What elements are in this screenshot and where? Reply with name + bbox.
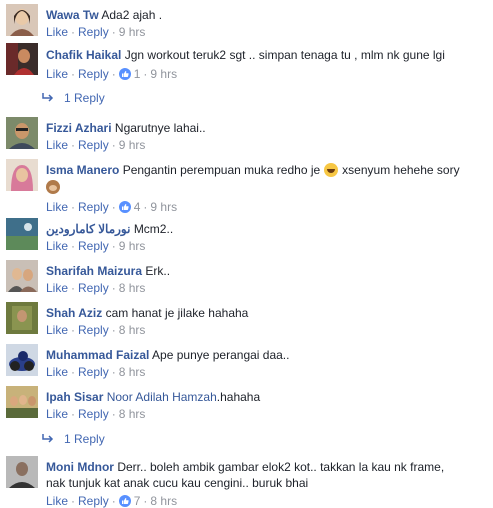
- avatar[interactable]: [6, 4, 38, 36]
- like-button[interactable]: Like: [46, 138, 68, 152]
- reply-button[interactable]: Reply: [78, 200, 109, 214]
- comment-text: cam hanat je jilake hahaha: [105, 306, 249, 320]
- replies-count[interactable]: 1 Reply: [64, 432, 105, 446]
- reply-button[interactable]: Reply: [78, 281, 109, 295]
- commenter-name[interactable]: Wawa Tw: [46, 8, 99, 22]
- avatar[interactable]: [6, 260, 38, 292]
- comment-actions: Like · Reply · 9 hrs: [46, 25, 146, 39]
- comment-text: Ada2 ajah .: [101, 8, 163, 22]
- timestamp[interactable]: 9 hrs: [119, 25, 146, 39]
- like-button[interactable]: Like: [46, 323, 68, 337]
- laughing-emoji-icon: [324, 163, 339, 177]
- reply-button[interactable]: Reply: [78, 25, 109, 39]
- like-button[interactable]: Like: [46, 200, 68, 214]
- reply-button[interactable]: Reply: [78, 239, 109, 253]
- reply-arrow-icon: [42, 432, 54, 446]
- view-replies-link[interactable]: 1 Reply: [42, 91, 105, 105]
- avatar[interactable]: [6, 117, 38, 149]
- timestamp[interactable]: 9 hrs: [119, 239, 146, 253]
- reaction-count[interactable]: 4: [134, 200, 141, 214]
- comment-text: Ape punye perangai daa..: [152, 348, 290, 362]
- reply-button[interactable]: Reply: [78, 365, 109, 379]
- timestamp[interactable]: 8 hrs: [150, 494, 177, 508]
- comment-actions: Like · Reply · 8 hrs: [46, 281, 146, 295]
- timestamp[interactable]: 9 hrs: [150, 200, 177, 214]
- like-reaction-icon[interactable]: [118, 495, 131, 507]
- commenter-name[interactable]: Sharifah Maizura: [46, 264, 142, 278]
- view-replies-link[interactable]: 1 Reply: [42, 432, 105, 446]
- replies-count[interactable]: 1 Reply: [64, 91, 105, 105]
- timestamp[interactable]: 9 hrs: [119, 138, 146, 152]
- commenter-name[interactable]: Muhammad Faizal: [46, 348, 149, 362]
- timestamp[interactable]: 8 hrs: [119, 323, 146, 337]
- avatar[interactable]: [6, 159, 38, 191]
- commenter-name[interactable]: Shah Aziz: [46, 306, 102, 320]
- tagged-user-link[interactable]: Noor Adilah Hamzah: [107, 390, 217, 404]
- comment-text: Mcm2..: [133, 222, 174, 236]
- timestamp[interactable]: 8 hrs: [119, 281, 146, 295]
- commenter-name[interactable]: نورمالا كامارودين: [46, 222, 130, 236]
- commenter-name[interactable]: Ipah Sisar: [46, 390, 103, 404]
- reply-button[interactable]: Reply: [78, 407, 109, 421]
- commenter-name[interactable]: Isma Manero: [46, 163, 119, 177]
- like-button[interactable]: Like: [46, 25, 68, 39]
- timestamp[interactable]: 8 hrs: [119, 365, 146, 379]
- reaction-count[interactable]: 1: [134, 67, 141, 81]
- comment-text-continued: xsenyum hehehe sory: [342, 163, 460, 177]
- avatar[interactable]: [6, 218, 38, 250]
- timestamp[interactable]: 8 hrs: [119, 407, 146, 421]
- monkey-emoji-icon: [46, 180, 60, 194]
- reply-arrow-icon: [42, 91, 54, 105]
- like-button[interactable]: Like: [46, 281, 68, 295]
- comment-actions: Like · Reply · 9 hrs: [46, 239, 146, 253]
- comment-actions: Like · Reply · 4 · 9 hrs: [46, 200, 178, 214]
- comment-text: Pengantin perempuan muka redho je: [122, 163, 321, 177]
- avatar[interactable]: [6, 43, 38, 75]
- reply-button[interactable]: Reply: [78, 323, 109, 337]
- comment-actions: Like · Reply · 9 hrs: [46, 138, 146, 152]
- reply-button[interactable]: Reply: [78, 67, 109, 81]
- comment-text: Ngarutnye lahai..: [114, 121, 206, 135]
- reaction-count[interactable]: 7: [134, 494, 141, 508]
- comment-actions: Like · Reply · 8 hrs: [46, 407, 146, 421]
- like-button[interactable]: Like: [46, 407, 68, 421]
- avatar[interactable]: [6, 386, 38, 418]
- like-reaction-icon[interactable]: [118, 68, 131, 80]
- reply-button[interactable]: Reply: [78, 494, 109, 508]
- like-button[interactable]: Like: [46, 239, 68, 253]
- like-button[interactable]: Like: [46, 494, 68, 508]
- commenter-name[interactable]: Chafik Haikal: [46, 48, 121, 62]
- like-button[interactable]: Like: [46, 365, 68, 379]
- avatar[interactable]: [6, 456, 38, 488]
- timestamp[interactable]: 9 hrs: [150, 67, 177, 81]
- comment-actions: Like · Reply · 8 hrs: [46, 365, 146, 379]
- comment-actions: Like · Reply · 1 · 9 hrs: [46, 67, 178, 81]
- commenter-name[interactable]: Moni Mdnor: [46, 460, 114, 474]
- comment-text: .hahaha: [216, 390, 261, 404]
- comment-text: Erk..: [145, 264, 171, 278]
- avatar[interactable]: [6, 302, 38, 334]
- commenter-name[interactable]: Fizzi Azhari: [46, 121, 112, 135]
- comment-text: Jgn workout teruk2 sgt .. simpan tenaga …: [124, 48, 445, 62]
- comment-actions: Like · Reply · 7 · 8 hrs: [46, 494, 178, 508]
- reply-button[interactable]: Reply: [78, 138, 109, 152]
- like-button[interactable]: Like: [46, 67, 68, 81]
- comment-actions: Like · Reply · 8 hrs: [46, 323, 146, 337]
- like-reaction-icon[interactable]: [118, 201, 131, 213]
- avatar[interactable]: [6, 344, 38, 376]
